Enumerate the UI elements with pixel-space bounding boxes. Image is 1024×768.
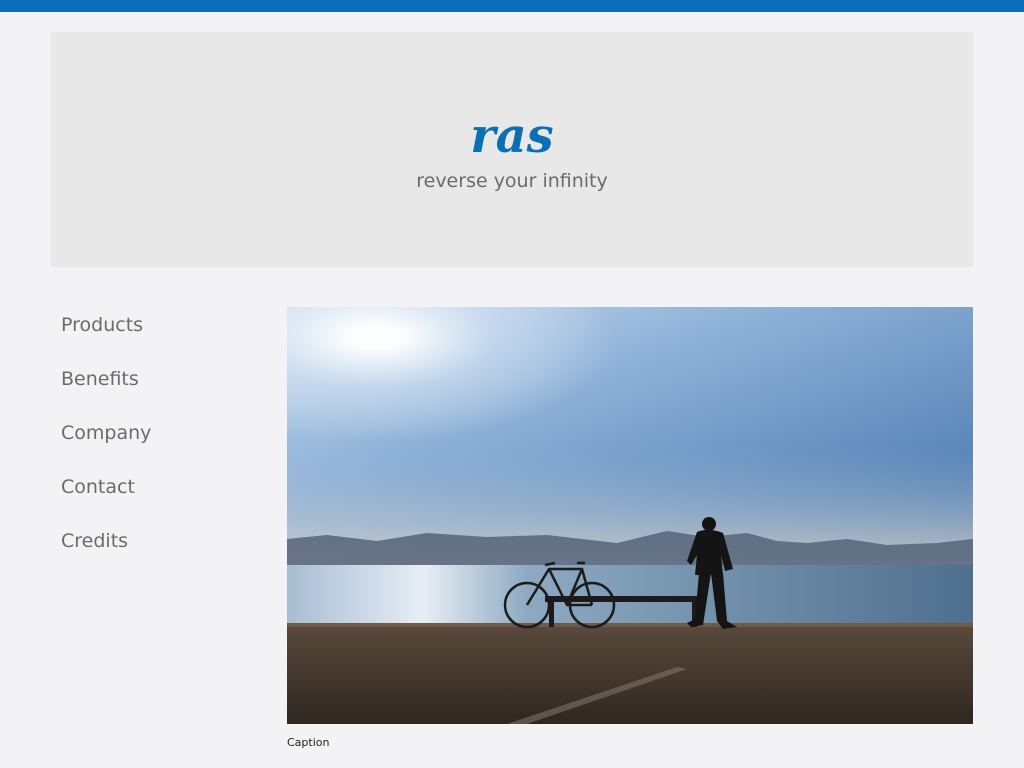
nav-item-products[interactable]: Products xyxy=(61,309,261,363)
photo-caption: Caption xyxy=(287,736,330,749)
site-logo[interactable]: ras xyxy=(51,108,973,164)
nav-item-benefits[interactable]: Benefits xyxy=(61,363,261,417)
top-accent-bar xyxy=(0,0,1024,12)
site-tagline: reverse your infinity xyxy=(416,170,608,192)
nav-item-contact[interactable]: Contact xyxy=(61,471,261,525)
hero-photo xyxy=(287,307,973,724)
nav-item-credits[interactable]: Credits xyxy=(61,525,261,579)
nav-item-company[interactable]: Company xyxy=(61,417,261,471)
sidebar-nav: Products Benefits Company Contact Credit… xyxy=(61,309,261,579)
site-header: ras reverse your infinity xyxy=(51,32,973,267)
